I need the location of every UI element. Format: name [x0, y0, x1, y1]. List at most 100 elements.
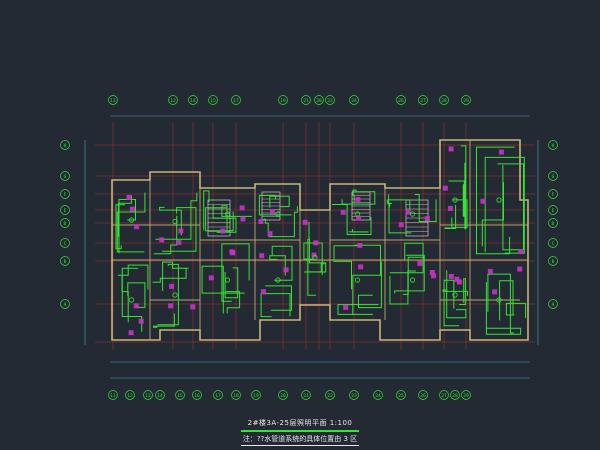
light-fixture	[208, 275, 214, 281]
light-fixture	[239, 205, 245, 211]
light-fixture	[492, 289, 498, 295]
drawing-title: 2#楼3A-25层照明平面 1:100	[247, 419, 353, 427]
axis-bubble-right-label: H	[552, 143, 555, 149]
light-fixture	[358, 264, 364, 270]
wire-run	[159, 206, 182, 236]
axis-bubble-top-label: 14	[190, 98, 196, 104]
wire-run	[389, 270, 416, 305]
light-fixture	[417, 260, 423, 266]
axis-bubble-bottom-label: 24	[375, 393, 381, 399]
fixtures	[126, 146, 524, 336]
light-fixture	[424, 216, 430, 222]
wire-run	[258, 194, 292, 216]
axis-bubble-top-label: 15	[210, 98, 216, 104]
axis-bubble-right-label: G	[552, 174, 555, 180]
wire-run	[153, 215, 178, 255]
axis-bubble-left-label: G	[64, 174, 67, 180]
light-fixture	[134, 224, 140, 230]
axis-bubble-right-label: E	[552, 208, 555, 214]
light-fixture	[176, 239, 182, 245]
ceiling-light	[224, 277, 231, 283]
axis-bubble-bottom-label: 19	[253, 393, 259, 399]
light-fixture	[405, 209, 411, 215]
light-fixture	[259, 253, 265, 259]
axis-bubble-bottom-label: 18	[233, 393, 239, 399]
subtitle-underline	[241, 445, 359, 446]
axis-bubble-top-label: 22	[327, 98, 333, 104]
light-fixture	[340, 209, 346, 215]
wire-run	[332, 204, 372, 235]
wire-run	[263, 218, 269, 232]
title-underline	[241, 430, 359, 432]
light-fixture	[442, 185, 448, 191]
wire-run	[117, 195, 132, 237]
grid-lines	[95, 122, 535, 350]
light-fixture	[128, 330, 134, 336]
axis-bubble-bottom-label: 20	[280, 393, 286, 399]
wire-run	[348, 229, 369, 233]
axis-bubble-bottom-label: 23	[351, 393, 357, 399]
ceiling-light	[409, 277, 416, 283]
wire-run	[260, 293, 291, 318]
light-fixture	[498, 149, 504, 155]
axis-bubble-bottom-label: 12	[127, 393, 133, 399]
light-fixture	[313, 240, 319, 246]
ceiling-light	[409, 211, 416, 217]
light-fixture	[517, 266, 523, 272]
axis-bubble-left-label: A	[64, 302, 67, 308]
light-fixture	[283, 267, 289, 273]
axis-bubble-right-label: F	[552, 192, 555, 198]
wire-run	[505, 302, 527, 318]
light-fixture	[302, 219, 308, 225]
ceiling-light	[172, 292, 178, 298]
axis-bubble-top-label: 21	[303, 98, 309, 104]
light-fixture	[126, 195, 132, 200]
light-fixture	[270, 209, 275, 215]
axis-bubble-bottom-label: 14	[157, 393, 163, 399]
axis-bubble-right-label: B	[552, 259, 555, 265]
axis-bubble-left-label: E	[64, 208, 67, 214]
axis-bubble-left-label: F	[64, 192, 67, 198]
axis-bubble-top-label: 24	[351, 98, 357, 104]
ceiling-light	[128, 297, 135, 303]
axis-bubble-top-label: 26	[398, 98, 404, 104]
wire-run	[389, 202, 392, 208]
light-fixture	[169, 283, 175, 289]
axis-bubble-left-label: D	[64, 221, 67, 227]
light-fixture	[447, 205, 453, 211]
wire-run	[484, 156, 525, 254]
light-fixture	[240, 216, 246, 222]
light-fixture	[159, 237, 165, 243]
axis-bubble-bottom-label: 15	[177, 393, 183, 399]
axis-bubble-bottom-label: 13	[145, 393, 151, 399]
axis-bubble-left-label: B	[64, 259, 67, 265]
light-fixture	[518, 249, 524, 255]
light-fixture	[260, 289, 266, 295]
wire-run	[485, 282, 522, 335]
axis-bubble-left-label: H	[64, 143, 67, 149]
ceiling-light	[275, 211, 281, 217]
light-fixture	[448, 274, 454, 279]
axis-bubble-right-label: A	[552, 302, 555, 308]
axis-bubble-top-label: 17	[233, 98, 239, 104]
axis-bubble-bottom-label: 11	[110, 393, 116, 399]
wire-run	[121, 276, 129, 323]
wire-run	[152, 267, 187, 283]
light-fixture	[258, 219, 264, 224]
axis-bubble-bottom-label: 22	[327, 393, 333, 399]
axis-bubble-top-label: 19	[280, 98, 286, 104]
light-fixture	[138, 318, 144, 324]
light-fixture	[357, 242, 363, 248]
floor-plan-drawing: 11 12 14 15 17 19 21 20 22 24 26 27 28 29 11 12 13 14 15 16…	[60, 95, 558, 400]
axis-bubble-top-label: 29	[463, 98, 469, 104]
light-fixture	[355, 196, 361, 202]
light-fixture	[129, 206, 135, 212]
axis-bubble-bottom-label: 29	[463, 393, 469, 399]
light-fixture	[178, 228, 184, 234]
wire-run	[333, 245, 361, 290]
light-fixture	[220, 228, 226, 234]
wire-run	[157, 263, 179, 326]
axis-bubble-bottom-label: 28	[452, 393, 458, 399]
axis-bubble-bottom-label: 17	[215, 393, 221, 399]
axis-bubble-left-label: C	[64, 241, 67, 247]
